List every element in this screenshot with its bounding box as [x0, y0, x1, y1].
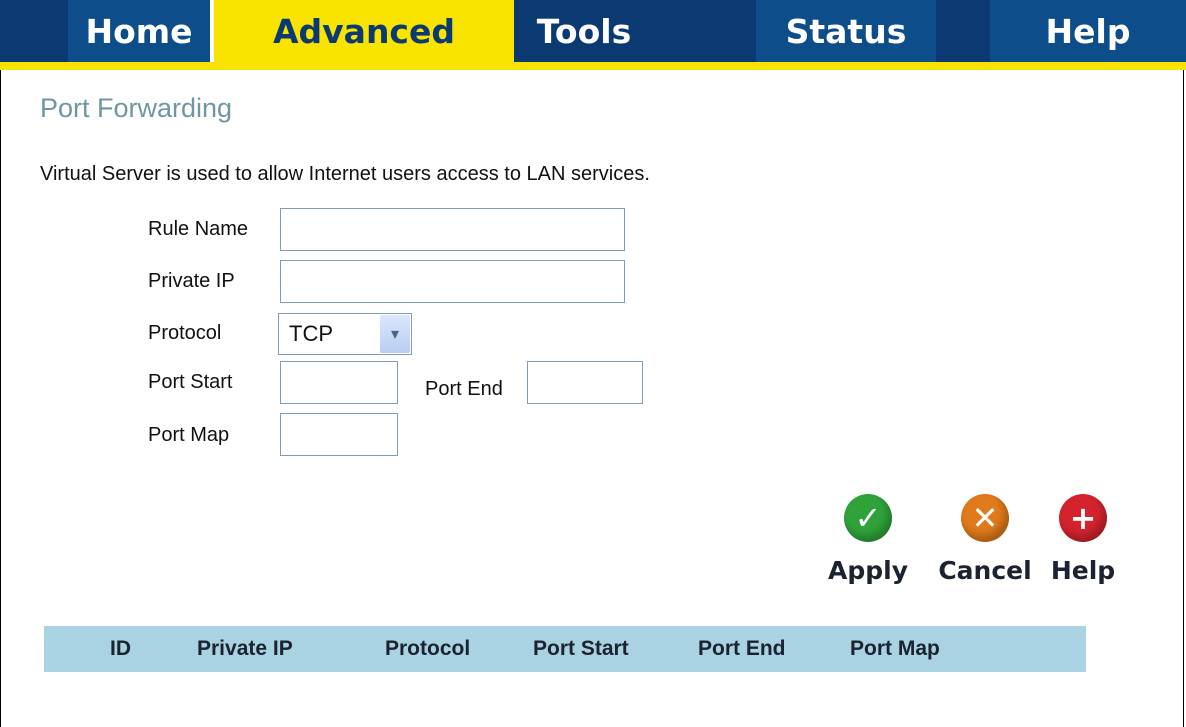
- column-header-port-end: Port End: [698, 637, 786, 660]
- column-header-id: ID: [110, 637, 131, 660]
- private-ip-input[interactable]: [280, 260, 625, 303]
- cancel-button[interactable]: ✕ Cancel: [935, 494, 1035, 585]
- tab-bar-edge: [0, 0, 68, 62]
- port-map-label: Port Map: [148, 424, 230, 446]
- tab-divider: [210, 0, 214, 62]
- tab-underline: [0, 62, 1186, 70]
- column-header-port-start: Port Start: [533, 637, 629, 660]
- apply-button[interactable]: ✓ Apply: [818, 494, 918, 585]
- column-header-port-map: Port Map: [850, 637, 940, 660]
- port-end-input[interactable]: [527, 361, 643, 404]
- port-start-input[interactable]: [280, 361, 398, 404]
- tab-home[interactable]: Home: [68, 0, 210, 62]
- tab-help[interactable]: Help: [990, 0, 1186, 62]
- port-start-label: Port Start: [148, 371, 233, 393]
- rule-name-label: Rule Name: [148, 218, 249, 240]
- chevron-down-icon[interactable]: ▾: [380, 315, 410, 353]
- protocol-value: TCP: [289, 321, 333, 346]
- column-header-private-ip: Private IP: [197, 637, 293, 660]
- plus-icon: +: [1059, 494, 1107, 542]
- protocol-select[interactable]: TCP ▾: [278, 313, 412, 355]
- page-title: Port Forwarding: [40, 93, 233, 123]
- port-end-label: Port End: [425, 378, 503, 400]
- tab-advanced[interactable]: Advanced: [214, 0, 514, 62]
- help-label: Help: [1050, 556, 1116, 585]
- x-icon: ✕: [961, 494, 1009, 542]
- tab-status[interactable]: Status: [756, 0, 936, 62]
- port-map-input[interactable]: [280, 413, 398, 456]
- help-button[interactable]: + Help: [1033, 494, 1133, 585]
- column-header-protocol: Protocol: [385, 637, 471, 660]
- apply-label: Apply: [827, 556, 908, 585]
- page-description: Virtual Server is used to allow Internet…: [40, 163, 650, 185]
- protocol-label: Protocol: [148, 322, 222, 344]
- rules-table-header: ID Private IP Protocol Port Start Port E…: [44, 626, 1086, 672]
- private-ip-label: Private IP: [148, 270, 235, 292]
- tab-bar: Home Advanced Tools Status Help: [0, 0, 1186, 70]
- tab-tools[interactable]: Tools: [514, 0, 654, 62]
- tab-divider: [936, 0, 940, 62]
- cancel-label: Cancel: [938, 556, 1032, 585]
- check-icon: ✓: [844, 494, 892, 542]
- rule-name-input[interactable]: [280, 208, 625, 251]
